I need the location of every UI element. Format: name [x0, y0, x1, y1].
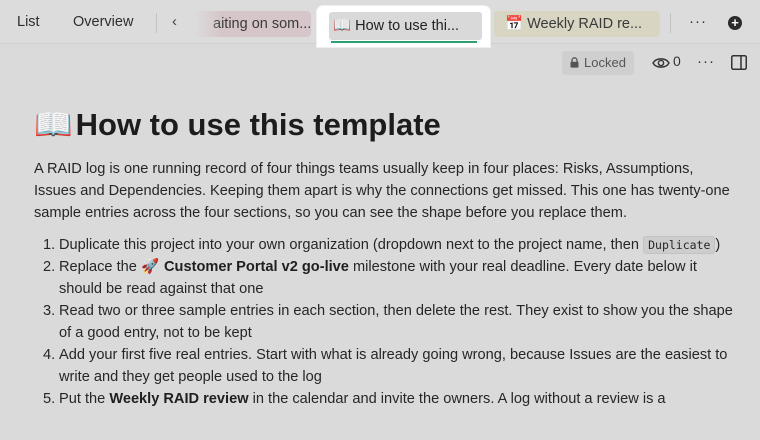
active-tab-indicator [331, 41, 477, 43]
step-text: in the calendar and invite the owners. A… [248, 391, 666, 407]
tab-waiting-label: aiting on som... [213, 16, 311, 32]
tab-how-to-use-label: How to use thi... [355, 18, 460, 34]
locked-button[interactable]: Locked [562, 51, 634, 75]
tab-fade [195, 11, 221, 37]
tab-how-to-use[interactable]: 📖 How to use thi... [317, 6, 490, 47]
weekly-review-link[interactable]: Weekly RAID review [109, 391, 248, 407]
tab-waiting[interactable]: aiting on som... [195, 11, 311, 37]
list-item: 2. Replace the 🚀 Customer Portal v2 go-l… [34, 256, 734, 300]
step-text: ) [715, 237, 721, 253]
steps-list: 1. Duplicate this project into your own … [34, 234, 734, 410]
page-title-text: How to use this template [75, 107, 441, 142]
tab-list[interactable]: List [17, 14, 40, 30]
chevron-left-icon[interactable]: ‹ [172, 13, 177, 30]
views-count: 0 [673, 53, 681, 69]
list-item: 1. Duplicate this project into your own … [34, 234, 734, 256]
list-item: 5. Put the Weekly RAID review in the cal… [34, 388, 734, 410]
eye-icon [652, 58, 670, 68]
rocket-icon: 🚀 [141, 259, 160, 275]
tab-weekly-raid-label: Weekly RAID re... [527, 16, 643, 32]
step-text: Replace the [59, 259, 141, 275]
book-icon: 📖 [333, 18, 352, 34]
tab-how-to-use-pill: 📖 How to use thi... [329, 12, 482, 40]
list-item: 3. Read two or three sample entries in e… [34, 300, 734, 344]
tab-bar: List Overview ‹ aiting on som... 📖 How t… [0, 0, 760, 47]
calendar-icon: 📅 [505, 16, 524, 32]
tab-divider [156, 13, 157, 33]
intro-paragraph: A RAID log is one running record of four… [34, 161, 730, 221]
tab-weekly-raid[interactable]: 📅 Weekly RAID re... [494, 11, 660, 37]
tab-divider [670, 13, 671, 33]
step-text: Put the [59, 391, 110, 407]
milestone-link[interactable]: Customer Portal v2 go-live [164, 259, 349, 275]
add-tab-icon[interactable]: + [728, 16, 742, 30]
step-number: 4. [43, 347, 56, 363]
list-item: 4. Add your first five real entries. Sta… [34, 344, 734, 388]
book-icon: 📖 [34, 107, 73, 142]
locked-label: Locked [584, 55, 626, 70]
step-number: 1. [43, 237, 56, 253]
step-text: Read two or three sample entries in each… [59, 303, 733, 341]
lock-icon [570, 57, 579, 68]
more-options-icon[interactable]: ··· [697, 53, 715, 70]
step-number: 5. [43, 391, 56, 407]
step-text: Add your first five real entries. Start … [59, 347, 728, 385]
step-number: 2. [43, 259, 56, 275]
page-title: 📖 How to use this template [34, 106, 441, 143]
sidebar-toggle-icon[interactable] [731, 55, 747, 70]
tab-overview[interactable]: Overview [73, 14, 133, 30]
views-button[interactable]: 0 [652, 53, 686, 72]
tabs-more-icon[interactable]: ··· [689, 13, 707, 30]
step-text: Duplicate this project into your own org… [59, 237, 644, 253]
duplicate-code: Duplicate [643, 236, 716, 254]
step-number: 3. [43, 303, 56, 319]
